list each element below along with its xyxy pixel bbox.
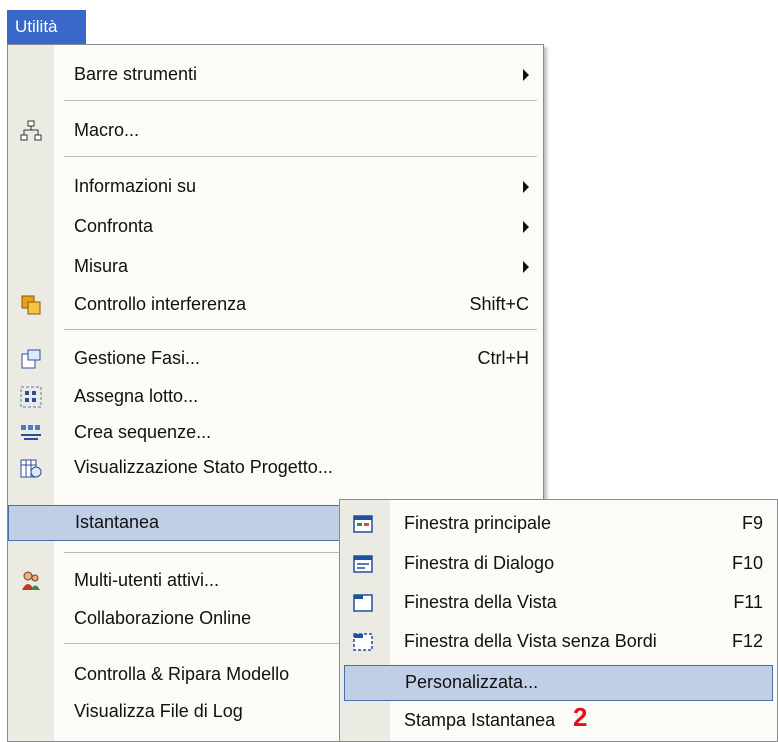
menu-item-assegna-lotto[interactable]: Assegna lotto... (8, 379, 543, 415)
menu-item-crea-sequenze[interactable]: Crea sequenze... (8, 415, 543, 451)
menu-utilita[interactable]: Utilità (7, 10, 86, 44)
menu-item-visualizzazione-stato-progetto[interactable]: Visualizzazione Stato Progetto... (8, 450, 543, 486)
interference-icon (20, 294, 42, 316)
submenu-item-personalizzata[interactable]: Personalizzata... (344, 665, 773, 701)
menu-item-label: Visualizzazione Stato Progetto... (74, 457, 333, 477)
menu-item-label: Gestione Fasi... (74, 348, 201, 368)
istantanea-submenu: Finestra principale F9 Finestra di Dialo… (339, 499, 778, 742)
menu-item-label: Finestra della Vista (404, 592, 557, 612)
menu-item-label: Controlla & Ripara Modello (74, 664, 290, 684)
shortcut-text: Shift+C (469, 294, 529, 314)
submenu-arrow-icon (523, 181, 529, 193)
menu-item-label: Finestra di Dialogo (404, 553, 555, 573)
menu-item-barre-strumenti[interactable]: Barre strumenti (8, 57, 543, 93)
menu-item-label: Finestra principale (404, 513, 552, 533)
submenu-item-stampa-istantanea[interactable]: Stampa Istantanea (340, 703, 777, 739)
main-window-icon (353, 514, 375, 536)
submenu-item-finestra-della-vista[interactable]: Finestra della Vista F11 (340, 585, 777, 621)
menu-item-label: Misura (74, 256, 129, 276)
submenu-item-finestra-della-vista-senza-bordi[interactable]: Finestra della Vista senza Bordi F12 (340, 624, 777, 660)
users-icon (20, 570, 42, 592)
menu-separator (64, 329, 537, 330)
menu-item-label: Assegna lotto... (74, 386, 199, 406)
step-callout-number: 2 (573, 702, 588, 732)
menu-item-controllo-interferenza[interactable]: Controllo interferenza Shift+C (8, 287, 543, 323)
lot-icon (20, 386, 42, 408)
submenu-arrow-icon (523, 69, 529, 81)
shortcut-text: F11 (733, 592, 763, 612)
phases-icon (20, 348, 42, 370)
menu-separator (64, 100, 537, 101)
menu-item-label: Crea sequenze... (74, 422, 212, 442)
menu-separator (64, 156, 537, 157)
submenu-item-finestra-di-dialogo[interactable]: Finestra di Dialogo F10 (340, 546, 777, 582)
project-status-icon (20, 457, 42, 479)
submenu-arrow-icon (523, 221, 529, 233)
menu-item-label: Confronta (74, 216, 154, 236)
dialog-window-icon (353, 554, 375, 576)
shortcut-text: F12 (731, 631, 763, 651)
menu-item-label: Informazioni su (74, 176, 197, 196)
menu-item-label: Multi-utenti attivi... (74, 570, 220, 590)
submenu-arrow-icon (523, 261, 529, 273)
menu-item-gestione-fasi[interactable]: Gestione Fasi... Ctrl+H (8, 341, 543, 377)
view-window-icon (353, 593, 375, 615)
menu-item-informazioni-su[interactable]: Informazioni su (8, 169, 543, 205)
menu-item-label: Finestra della Vista senza Bordi (404, 631, 657, 651)
sequence-icon (20, 422, 42, 444)
menu-item-label: Collaborazione Online (74, 608, 252, 628)
menu-item-label: Visualizza File di Log (74, 701, 243, 721)
menu-item-confronta[interactable]: Confronta (8, 209, 543, 245)
borderless-view-icon (353, 632, 375, 654)
shortcut-text: F10 (731, 553, 763, 573)
menu-item-label: Barre strumenti (74, 64, 198, 84)
shortcut-text: F9 (741, 513, 763, 533)
menu-item-misura[interactable]: Misura (8, 249, 543, 285)
menu-item-label: Istantanea (75, 512, 160, 532)
menu-item-label: Controllo interferenza (74, 294, 247, 314)
macro-icon (20, 120, 42, 142)
shortcut-text: Ctrl+H (477, 348, 529, 368)
menu-item-label: Macro... (74, 120, 140, 140)
menu-item-macro[interactable]: Macro... (8, 113, 543, 149)
submenu-item-finestra-principale[interactable]: Finestra principale F9 (340, 506, 777, 542)
menu-item-label: Stampa Istantanea (404, 710, 556, 730)
menu-item-label: Personalizzata... (405, 672, 539, 692)
